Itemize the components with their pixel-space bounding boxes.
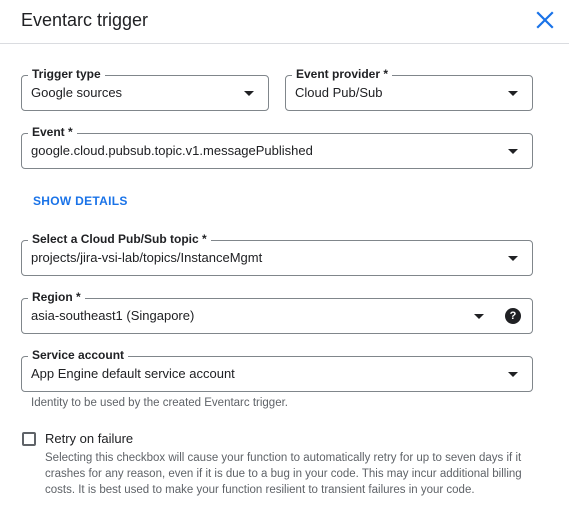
panel-header: Eventarc trigger [0, 0, 569, 44]
trigger-type-label: Trigger type [28, 67, 105, 82]
trigger-type-select[interactable]: Trigger type Google sources [21, 67, 269, 111]
event-label: Event * [28, 125, 77, 140]
service-account-hint: Identity to be used by the created Event… [31, 397, 288, 409]
pubsub-topic-select[interactable]: Select a Cloud Pub/Sub topic * projects/… [21, 232, 533, 276]
trigger-type-value: Google sources [31, 85, 123, 100]
show-details-button[interactable]: SHOW DETAILS [33, 194, 128, 209]
retry-label[interactable]: Retry on failure [45, 431, 133, 447]
panel-title: Eventarc trigger [21, 10, 149, 30]
region-value: asia-southeast1 (Singapore) [31, 308, 195, 323]
service-account-select[interactable]: Service account App Engine default servi… [21, 348, 533, 392]
event-select[interactable]: Event * google.cloud.pubsub.topic.v1.mes… [21, 125, 533, 169]
eventarc-trigger-panel: Eventarc trigger Trigger type Google sou… [0, 0, 569, 519]
event-provider-value: Cloud Pub/Sub [295, 85, 383, 100]
chevron-down-icon [508, 149, 518, 154]
chevron-down-icon [508, 91, 518, 96]
close-button[interactable] [533, 8, 557, 32]
region-select[interactable]: Region * asia-southeast1 (Singapore) ? [21, 290, 533, 334]
retry-checkbox[interactable] [22, 432, 36, 446]
pubsub-topic-label: Select a Cloud Pub/Sub topic * [28, 232, 211, 247]
event-value: google.cloud.pubsub.topic.v1.messagePubl… [31, 143, 313, 158]
close-icon [536, 11, 554, 29]
pubsub-topic-value: projects/jira-vsi-lab/topics/InstanceMgm… [31, 250, 263, 265]
help-icon[interactable]: ? [505, 308, 521, 324]
service-account-label: Service account [28, 348, 129, 363]
chevron-down-icon [244, 91, 254, 96]
service-account-value: App Engine default service account [31, 366, 235, 381]
region-label: Region * [28, 290, 85, 305]
chevron-down-icon [508, 256, 518, 261]
chevron-down-icon [508, 372, 518, 377]
event-provider-label: Event provider * [292, 67, 393, 82]
event-provider-select[interactable]: Event provider * Cloud Pub/Sub [285, 67, 533, 111]
chevron-down-icon [474, 314, 484, 319]
retry-description: Selecting this checkbox will cause your … [45, 452, 522, 496]
